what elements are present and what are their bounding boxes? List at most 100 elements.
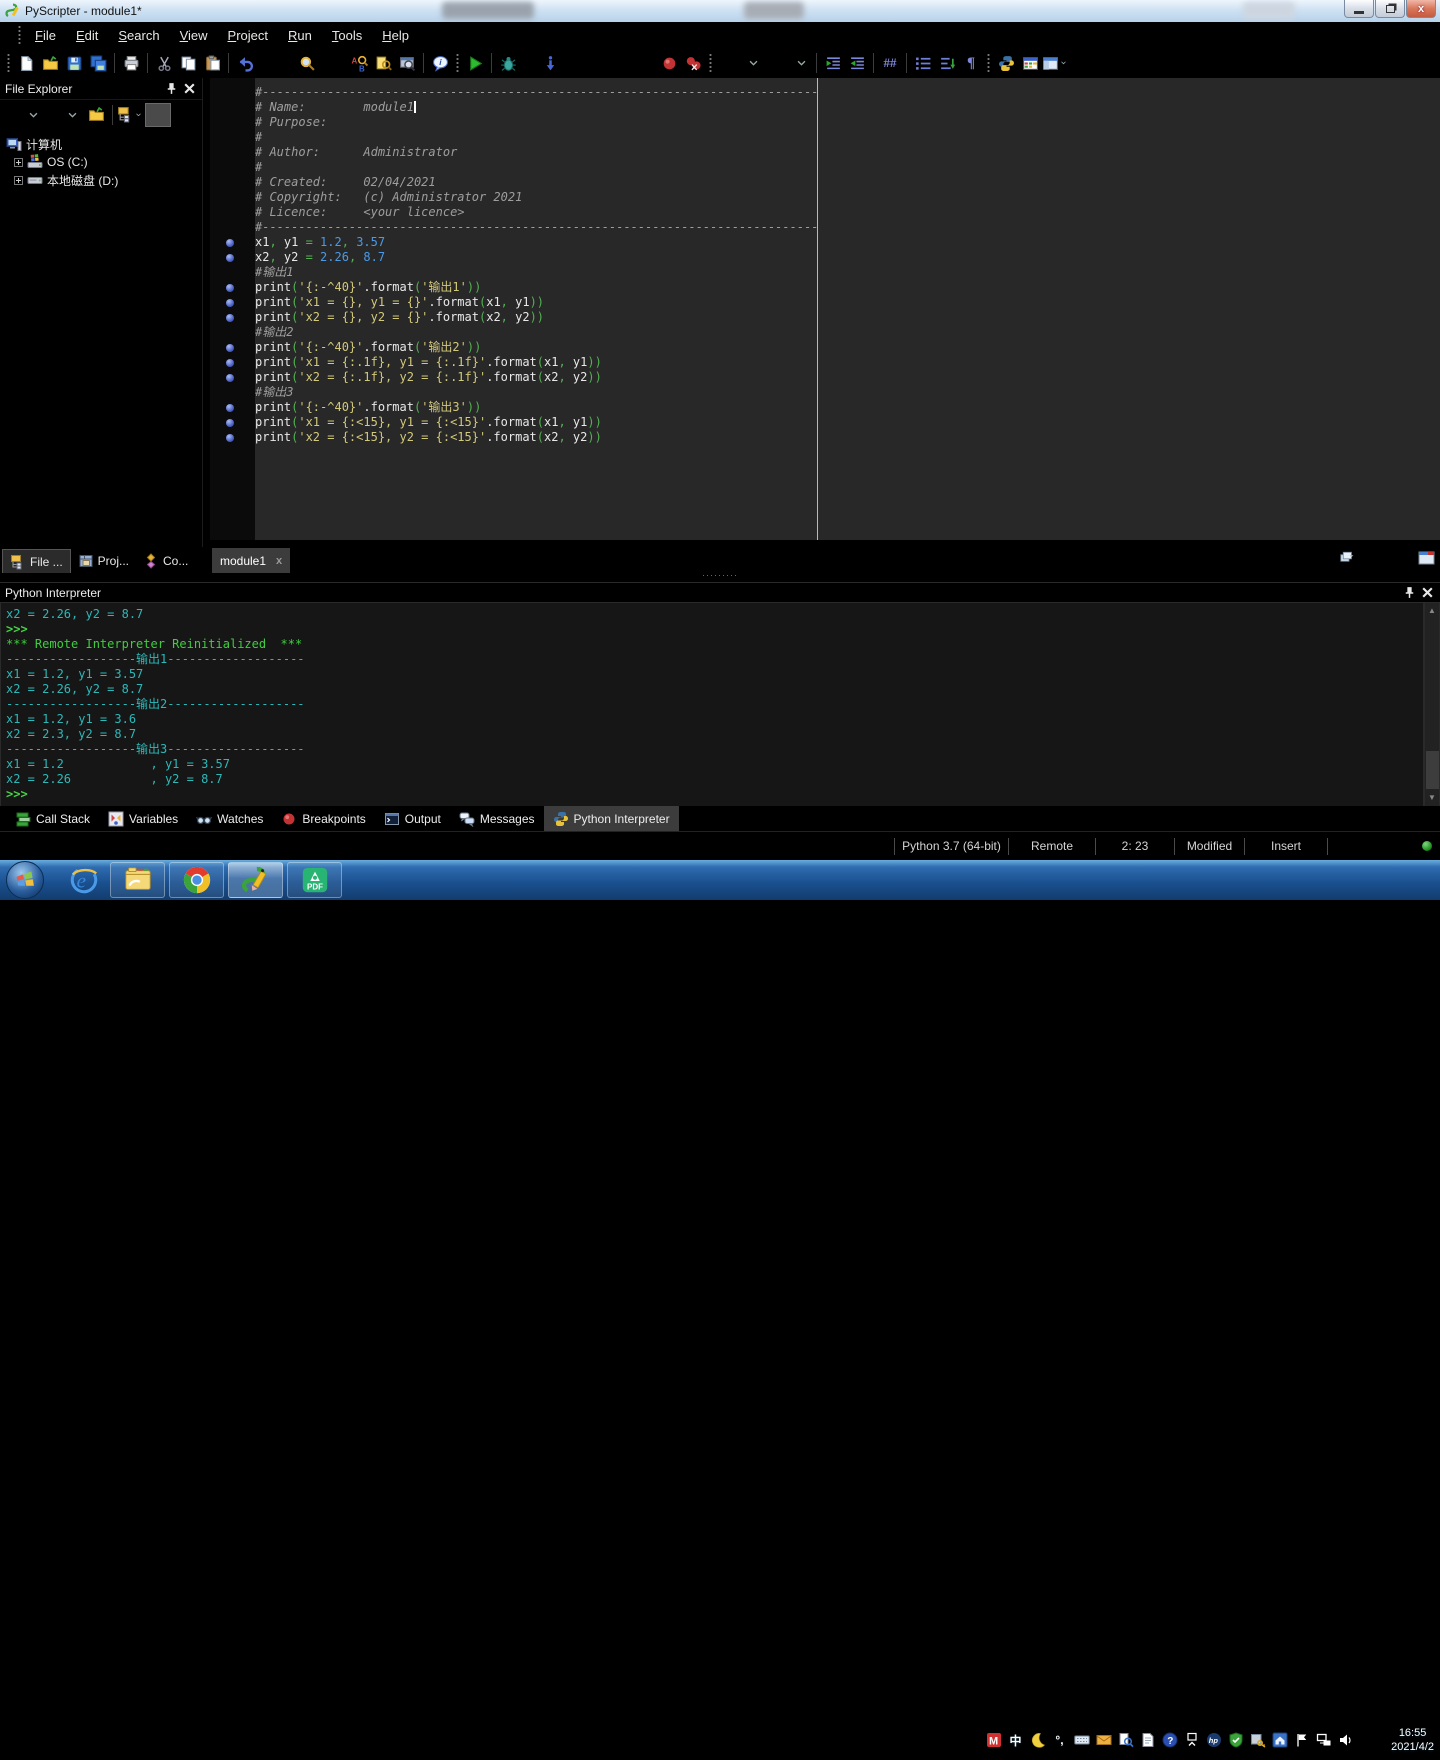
keyboard-icon[interactable] — [1073, 1732, 1090, 1749]
document-icon[interactable] — [1139, 1732, 1156, 1749]
breakpoint-dot-icon[interactable] — [226, 434, 234, 442]
editor-windows-icon[interactable] — [1340, 550, 1358, 566]
help-icon[interactable]: ? — [1161, 1732, 1178, 1749]
key-icon[interactable] — [1249, 1732, 1266, 1749]
tray-m-icon[interactable]: M — [985, 1732, 1002, 1749]
breakpoint-dot-icon[interactable] — [226, 299, 234, 307]
start-button[interactable] — [6, 861, 44, 899]
menu-tools[interactable]: Tools — [322, 25, 372, 46]
tree-item[interactable]: 计算机 — [0, 135, 202, 153]
pin-icon[interactable] — [164, 82, 179, 96]
close-panel-icon[interactable] — [182, 82, 197, 96]
find-button[interactable] — [295, 51, 319, 75]
save-all-button[interactable] — [86, 51, 110, 75]
menu-view[interactable]: View — [170, 25, 218, 46]
console-scrollbar[interactable]: ▲ ▼ — [1424, 602, 1440, 807]
fe-folder-connection-button[interactable] — [117, 103, 141, 127]
scroll-down-icon[interactable]: ▼ — [1425, 791, 1439, 805]
taskbar-pdf-reader-button[interactable]: PDF — [287, 862, 342, 898]
toggle-breakpoint-button[interactable] — [657, 51, 681, 75]
new-file-button[interactable] — [14, 51, 38, 75]
menu-help[interactable]: Help — [372, 25, 419, 46]
toolbar-combo-2[interactable] — [767, 53, 809, 73]
ime-punctuation-icon[interactable]: °, — [1051, 1732, 1068, 1749]
expand-icon[interactable] — [14, 157, 23, 167]
mail-icon[interactable] — [1095, 1732, 1112, 1749]
pin-icon[interactable] — [1402, 586, 1417, 600]
breakpoint-dot-icon[interactable] — [226, 404, 234, 412]
find-in-files-button[interactable] — [395, 51, 419, 75]
fe-back-combo[interactable] — [9, 105, 42, 125]
close-panel-icon[interactable] — [1420, 586, 1435, 600]
print-button[interactable] — [119, 51, 143, 75]
open-file-button[interactable] — [38, 51, 62, 75]
fe-filter-button[interactable] — [145, 102, 171, 127]
restore-button[interactable] — [1375, 0, 1405, 18]
taskbar-chrome-button[interactable] — [169, 862, 224, 898]
search-doc-icon[interactable] — [1117, 1732, 1134, 1749]
find-next-button[interactable] — [371, 51, 395, 75]
tree-item[interactable]: OS (C:) — [0, 153, 202, 171]
breakpoint-dot-icon[interactable] — [226, 284, 234, 292]
expand-icon[interactable] — [14, 175, 23, 185]
step-into-button[interactable] — [538, 51, 562, 75]
toggle-comment-button[interactable]: ## — [878, 51, 902, 75]
tab-module1[interactable]: module1 x — [212, 548, 291, 573]
bottom-tab-python-interpreter[interactable]: Python Interpreter — [543, 806, 679, 831]
splitter-handle[interactable]: ··········· — [702, 573, 738, 580]
breakpoint-dot-icon[interactable] — [226, 419, 234, 427]
replace-button[interactable]: AB — [347, 51, 371, 75]
run-button[interactable] — [463, 51, 487, 75]
breakpoint-dot-icon[interactable] — [226, 254, 234, 262]
bottom-tab-breakpoints[interactable]: Breakpoints — [272, 806, 374, 831]
fe-forward-combo[interactable] — [48, 105, 81, 125]
moon-icon[interactable] — [1029, 1732, 1046, 1749]
copy-button[interactable] — [176, 51, 200, 75]
home-icon[interactable] — [1271, 1732, 1288, 1749]
show-hidden-icons[interactable] — [1183, 1732, 1200, 1749]
left-tab-file[interactable]: File ... — [2, 549, 71, 573]
cut-button[interactable] — [152, 51, 176, 75]
breakpoint-dot-icon[interactable] — [226, 314, 234, 322]
taskbar-windows-explorer-button[interactable] — [110, 862, 165, 898]
left-tab-co[interactable]: Co... — [136, 549, 195, 573]
toolbar-combo-1[interactable] — [719, 53, 761, 73]
network-icon[interactable] — [1315, 1732, 1332, 1749]
security-shield-icon[interactable] — [1227, 1732, 1244, 1749]
menu-file[interactable]: File — [25, 25, 66, 46]
dedent-block-button[interactable] — [845, 51, 869, 75]
todo-list-button[interactable] — [911, 51, 935, 75]
left-tab-proj[interactable]: Proj... — [71, 549, 136, 573]
menu-project[interactable]: Project — [218, 25, 278, 46]
flag-icon[interactable] — [1293, 1732, 1310, 1749]
layouts-button[interactable] — [1042, 51, 1066, 75]
volume-icon[interactable] — [1337, 1732, 1354, 1749]
fe-open-folder-button[interactable] — [84, 103, 108, 127]
menu-run[interactable]: Run — [278, 25, 322, 46]
menu-edit[interactable]: Edit — [66, 25, 108, 46]
menu-search[interactable]: Search — [108, 25, 169, 46]
ime-chinese-icon[interactable]: 中 — [1007, 1732, 1024, 1749]
interpreter-console[interactable]: x2 = 2.26, y2 = 8.7 >>> *** Remote Interpr… — [0, 602, 1424, 807]
scroll-up-icon[interactable]: ▲ — [1425, 604, 1439, 618]
bottom-tab-watches[interactable]: Watches — [187, 806, 272, 831]
taskbar-internet-explorer-button[interactable]: e — [62, 862, 106, 898]
breakpoint-dot-icon[interactable] — [226, 344, 234, 352]
taskbar-clock[interactable]: 16:55 2021/4/2 — [1391, 1720, 1434, 1760]
sort-lines-button[interactable] — [935, 51, 959, 75]
taskbar-pyscripter-button[interactable] — [228, 862, 283, 898]
scrollbar-thumb[interactable] — [1426, 751, 1439, 789]
editor-options-button[interactable] — [1018, 51, 1042, 75]
save-button[interactable] — [62, 51, 86, 75]
hp-icon[interactable]: hp — [1205, 1732, 1222, 1749]
breakpoint-dot-icon[interactable] — [226, 359, 234, 367]
close-button[interactable]: x — [1406, 0, 1436, 18]
bottom-tab-output[interactable]: Output — [375, 806, 450, 831]
special-chars-button[interactable]: ¶ — [959, 51, 983, 75]
clear-breakpoints-button[interactable] — [681, 51, 705, 75]
bottom-tab-messages[interactable]: Messages — [450, 806, 544, 831]
paste-button[interactable] — [200, 51, 224, 75]
indent-block-button[interactable] — [821, 51, 845, 75]
debug-button[interactable] — [496, 51, 520, 75]
tree-item[interactable]: 本地磁盘 (D:) — [0, 171, 202, 189]
